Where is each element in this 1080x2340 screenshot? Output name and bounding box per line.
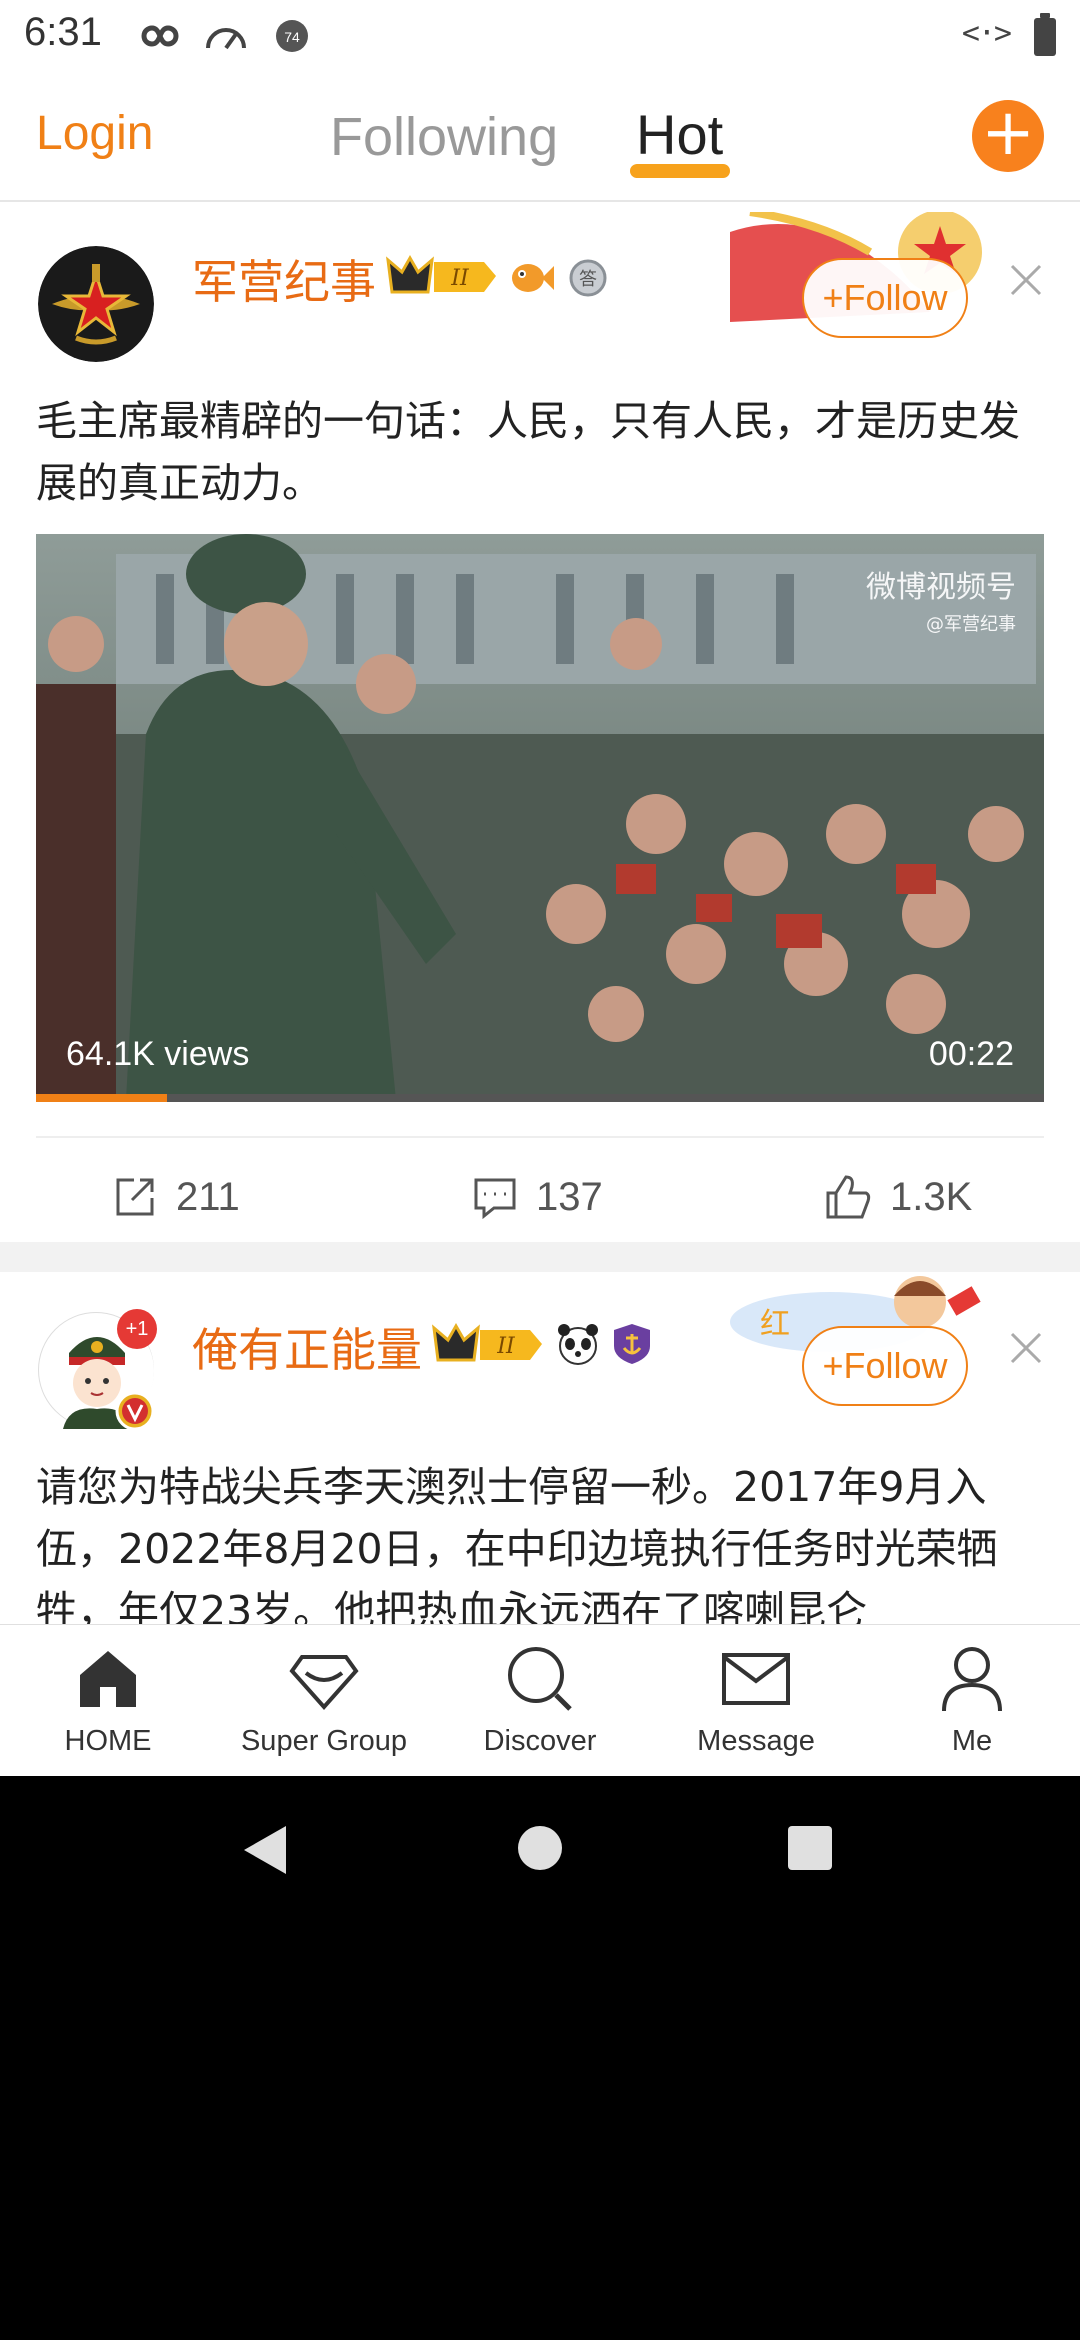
repost-icon [116,1178,154,1216]
feed[interactable]: 军营纪事 II 答 +Follow 毛主席最精辟的一句话：人民，只有人民，才是历… [0,204,1080,1624]
post-card: 军营纪事 II 答 +Follow 毛主席最精辟的一句话：人民，只有人民，才是历… [0,204,1080,1242]
post-text[interactable]: 请您为特战尖兵李天澳烈士停留一秒。2017年9月入伍，2022年8月20日，在中… [36,1456,1046,1624]
avatar[interactable]: +1 [38,1309,157,1431]
svg-text:红: 红 [760,1307,790,1342]
tab-me[interactable]: Me [864,1625,1080,1776]
notification-badge-icon: 74 [276,20,308,52]
search-icon [508,1647,572,1711]
tab-home[interactable]: HOME [0,1625,216,1776]
repost-button[interactable]: 211 [112,1162,240,1232]
panda-badge-icon [558,1324,598,1365]
video-player[interactable]: 微博视频号 @军营纪事 64.1K views 00:22 [36,534,1044,1100]
view-count: 64.1K views [66,1035,250,1073]
medal-badge-icon: 答 [569,259,607,297]
person-icon [942,1647,1002,1712]
infinity-icon [141,25,179,47]
post-separator [0,1242,1080,1272]
svg-text:74: 74 [284,29,300,45]
anchor-shield-badge-icon [614,1324,650,1364]
tab-discover-label: Discover [483,1725,597,1757]
post-card: +1 俺有正能量 II 红 +Follow 请您为特战尖兵李天澳烈士停留一秒。2… [0,1272,1080,1624]
thumbs-up-icon [826,1175,871,1219]
video-watermark: 微博视频号 @军营纪事 [866,562,1016,636]
divider [36,1136,1044,1138]
tab-super-group-label: Super Group [240,1725,408,1757]
tab-message-label: Message [697,1725,815,1757]
bottom-tab-bar: HOME Super Group Discover Message Me [0,1624,1080,1776]
tab-message[interactable]: Message [648,1625,864,1776]
comment-count: 137 [536,1174,603,1219]
tab-super-group[interactable]: Super Group [216,1625,432,1776]
close-icon[interactable] [1006,1328,1046,1368]
verified-v-icon [115,1391,155,1431]
add-post-button[interactable]: + [972,100,1044,172]
diamond-icon [289,1655,359,1711]
comment-button[interactable]: 137 [472,1162,603,1232]
like-button[interactable]: 1.3K [824,1162,972,1232]
tab-discover[interactable]: Discover [432,1625,648,1776]
tab-home-label: HOME [64,1725,152,1757]
active-tab-indicator [630,164,730,178]
follow-button[interactable]: +Follow [802,258,968,338]
watermark-handle: @军营纪事 [926,614,1016,635]
watermark-text: 微博视频号 [866,570,1016,605]
follow-button[interactable]: +Follow [802,1326,968,1406]
mail-icon [722,1653,790,1705]
home-icon [80,1651,136,1707]
svg-text:答: 答 [579,269,597,290]
video-duration: 00:22 [928,1035,1014,1073]
close-icon[interactable] [1006,260,1046,300]
home-circle-icon[interactable] [516,1824,564,1872]
post-actions: 211 137 1.3K [0,1162,1080,1232]
avatar-notification-badge: +1 [117,1309,157,1349]
data-transfer-icon: <·> [961,16,1012,51]
status-time: 6:31 [24,10,102,54]
battery-icon [1034,13,1056,56]
speedometer-icon [206,28,246,50]
post-text[interactable]: 毛主席最精辟的一句话：人民，只有人民，才是历史发展的真正动力。 [36,390,1046,514]
video-progress-fill [36,1094,168,1102]
system-nav-bar [0,1776,1080,1926]
repost-count: 211 [176,1174,240,1219]
crown-level-badge: II [432,1322,542,1362]
tab-me-label: Me [951,1725,993,1757]
status-bar: 6:31 74 <·> [0,0,1080,72]
recents-icon[interactable] [786,1824,834,1872]
tab-hot[interactable]: Hot [636,102,723,167]
author-name[interactable]: 俺有正能量 [192,1314,422,1380]
back-icon[interactable] [240,1822,290,1878]
fish-badge-icon [512,264,554,292]
login-link[interactable]: Login [36,106,153,161]
svg-text:II: II [450,266,470,291]
video-progress-bar[interactable] [36,1094,1044,1102]
avatar[interactable] [38,246,154,362]
military-emblem-icon [38,246,154,362]
svg-text:II: II [496,1334,516,1359]
like-count: 1.3K [890,1174,973,1219]
top-nav: Login Following Hot + [0,72,1080,202]
comment-icon [474,1178,516,1220]
tab-following[interactable]: Following [330,106,558,168]
crown-level-badge: II [386,254,496,294]
author-name[interactable]: 军营纪事 [192,246,376,312]
app-screen: 6:31 74 <·> Login Following Hot + 军营纪事 I… [0,0,1080,1776]
